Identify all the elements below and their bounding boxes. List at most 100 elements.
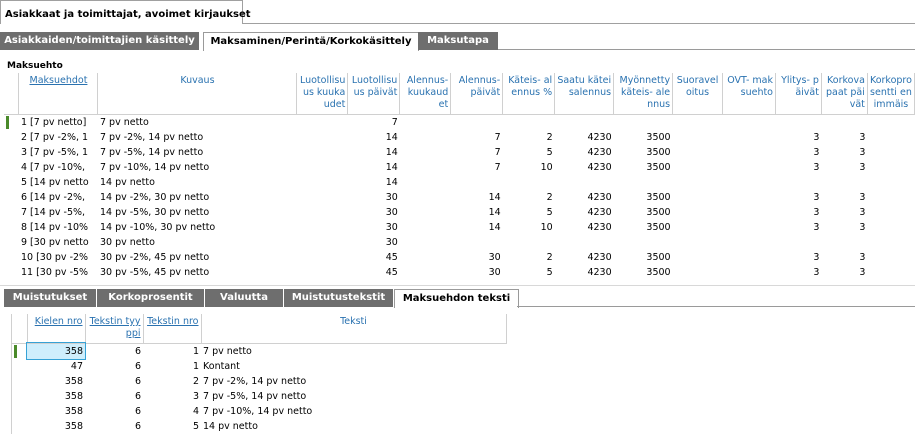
row-indicator[interactable] bbox=[4, 145, 19, 160]
table-row[interactable]: 8 [14 pv -10% 14 pv -10%, 30 pv netto 30 14… bbox=[4, 220, 915, 235]
row-indicator[interactable] bbox=[4, 190, 19, 205]
table-cell[interactable]: 3 bbox=[776, 130, 822, 145]
table-cell[interactable] bbox=[297, 265, 348, 280]
table-cell[interactable]: 5 bbox=[503, 205, 555, 220]
table-cell[interactable] bbox=[723, 130, 776, 145]
row-indicator[interactable] bbox=[12, 343, 27, 359]
table-cell[interactable]: 30 bbox=[348, 220, 400, 235]
table-cell[interactable]: 14 pv -10%, 30 pv netto bbox=[98, 220, 297, 235]
col-korkoprosentti[interactable]: Korkoprosentti enimmäis bbox=[867, 73, 915, 115]
table-cell[interactable]: 3 bbox=[821, 160, 867, 175]
table-cell[interactable] bbox=[297, 190, 348, 205]
row-indicator[interactable] bbox=[4, 205, 19, 220]
table-cell[interactable]: 4230 bbox=[555, 265, 614, 280]
table-row[interactable]: 10 [30 pv -2% 30 pv -2%, 45 pv netto 45 30 2… bbox=[4, 250, 915, 265]
table-cell[interactable] bbox=[867, 265, 914, 280]
table-row[interactable]: 47 6 1 Kontant bbox=[12, 359, 506, 374]
table-cell[interactable]: 14 bbox=[451, 190, 503, 205]
table-cell[interactable] bbox=[503, 235, 555, 250]
col-alennus-kk[interactable]: Alennus- kuukaudet bbox=[399, 73, 452, 115]
table-cell[interactable]: 7 pv netto bbox=[98, 114, 297, 130]
table-cell[interactable]: 3 bbox=[821, 205, 867, 220]
tab-payment-collection-interest[interactable]: Maksaminen/Perintä/Korkokäsittely bbox=[203, 32, 419, 51]
table-row[interactable]: 2 [7 pv -2%, 17 pv -2%, 14 pv netto 14 7 2 4… bbox=[4, 130, 915, 145]
table-row[interactable]: 1 [7 pv netto] 7 pv netto 7 bbox=[4, 114, 915, 130]
col-tekstin-tyyppi[interactable]: Tekstin tyyppi bbox=[85, 314, 144, 344]
table-cell[interactable] bbox=[867, 205, 914, 220]
table-cell[interactable]: 6 bbox=[85, 404, 143, 419]
table-cell[interactable] bbox=[867, 114, 914, 130]
table-row[interactable]: 358 6 5 14 pv netto bbox=[12, 419, 506, 434]
table-cell[interactable]: 3 bbox=[776, 190, 822, 205]
table-cell[interactable]: 9 [30 pv netto bbox=[19, 235, 98, 250]
col-saatu-kateisalennus[interactable]: Saatu käteisalennus bbox=[554, 73, 615, 115]
table-cell[interactable]: 3 bbox=[821, 265, 867, 280]
table-cell[interactable] bbox=[673, 235, 723, 250]
table-cell[interactable] bbox=[723, 265, 776, 280]
table-cell[interactable]: 4230 bbox=[555, 190, 614, 205]
table-row[interactable]: 6 [14 pv -2%, 14 pv -2%, 30 pv netto 30 14 2… bbox=[4, 190, 915, 205]
table-cell[interactable]: 6 bbox=[85, 374, 143, 389]
table-cell[interactable] bbox=[673, 160, 723, 175]
table-cell[interactable]: 14 pv -2%, 30 pv netto bbox=[98, 190, 297, 205]
table-cell[interactable]: 4230 bbox=[555, 145, 614, 160]
table-cell[interactable] bbox=[503, 175, 555, 190]
table-row[interactable]: 5 [14 pv netto 14 pv netto 14 bbox=[4, 175, 915, 190]
table-cell[interactable]: 10 bbox=[503, 160, 555, 175]
table-cell[interactable]: 358 bbox=[27, 419, 85, 434]
table-cell[interactable] bbox=[297, 205, 348, 220]
table-cell[interactable]: 30 pv -2%, 45 pv netto bbox=[98, 250, 297, 265]
table-cell[interactable]: 6 [14 pv -2%, bbox=[19, 190, 98, 205]
table-cell[interactable]: 3 bbox=[776, 250, 822, 265]
row-indicator[interactable] bbox=[4, 235, 19, 250]
table-cell[interactable]: 7 pv -2%, 14 pv netto bbox=[98, 130, 297, 145]
row-indicator[interactable] bbox=[12, 359, 27, 374]
table-cell[interactable]: 2 [7 pv -2%, 1 bbox=[19, 130, 98, 145]
row-indicator[interactable] bbox=[12, 389, 27, 404]
table-cell[interactable]: 14 bbox=[348, 175, 400, 190]
table-cell[interactable] bbox=[297, 250, 348, 265]
table-cell[interactable] bbox=[867, 250, 914, 265]
table-cell[interactable] bbox=[400, 160, 451, 175]
table-cell[interactable]: 7 pv netto bbox=[201, 343, 506, 359]
table-cell[interactable] bbox=[673, 265, 723, 280]
table-cell[interactable]: 2 bbox=[503, 250, 555, 265]
table-cell[interactable]: 3500 bbox=[614, 250, 673, 265]
table-cell[interactable] bbox=[723, 190, 776, 205]
table-cell[interactable] bbox=[400, 114, 451, 130]
table-cell[interactable] bbox=[297, 130, 348, 145]
table-cell[interactable] bbox=[673, 114, 723, 130]
tab-interest-rates[interactable]: Korkoprosentit bbox=[97, 289, 205, 307]
table-cell[interactable] bbox=[673, 250, 723, 265]
table-cell[interactable] bbox=[723, 114, 776, 130]
row-indicator[interactable] bbox=[12, 374, 27, 389]
table-cell[interactable]: 3500 bbox=[614, 145, 673, 160]
table-cell[interactable] bbox=[614, 235, 673, 250]
window-title-tab[interactable]: Asiakkaat ja toimittajat, avoimet kirjau… bbox=[0, 0, 251, 24]
table-cell[interactable]: 6 bbox=[85, 359, 143, 374]
table-cell[interactable]: 14 pv -5%, 30 pv netto bbox=[98, 205, 297, 220]
row-indicator[interactable] bbox=[4, 220, 19, 235]
table-cell[interactable]: 3 bbox=[821, 250, 867, 265]
table-cell[interactable] bbox=[297, 160, 348, 175]
table-cell[interactable] bbox=[297, 145, 348, 160]
col-ylityspaivat[interactable]: Ylitys- päivät bbox=[775, 73, 822, 115]
col-korkovapaat-paivat[interactable]: Korkovapaat päivät bbox=[821, 73, 868, 115]
table-cell[interactable] bbox=[723, 235, 776, 250]
table-cell[interactable] bbox=[555, 175, 614, 190]
table-cell[interactable]: 30 bbox=[348, 205, 400, 220]
tab-payment-method[interactable]: Maksutapa bbox=[418, 32, 499, 50]
table-cell[interactable]: 14 bbox=[451, 220, 503, 235]
table-cell[interactable] bbox=[867, 145, 914, 160]
table-cell[interactable] bbox=[867, 160, 914, 175]
table-cell[interactable]: 2 bbox=[503, 130, 555, 145]
row-indicator[interactable] bbox=[4, 250, 19, 265]
tab-reminder-texts[interactable]: Muistutustekstit bbox=[284, 289, 394, 307]
table-cell[interactable] bbox=[821, 235, 867, 250]
table-cell[interactable]: 10 bbox=[503, 220, 555, 235]
table-cell[interactable] bbox=[503, 114, 555, 130]
table-row[interactable]: 358 6 3 7 pv -5%, 14 pv netto bbox=[12, 389, 506, 404]
table-cell[interactable] bbox=[297, 220, 348, 235]
table-cell[interactable]: 4230 bbox=[555, 220, 614, 235]
tab-payment-term-text[interactable]: Maksuehdon teksti bbox=[394, 289, 519, 308]
